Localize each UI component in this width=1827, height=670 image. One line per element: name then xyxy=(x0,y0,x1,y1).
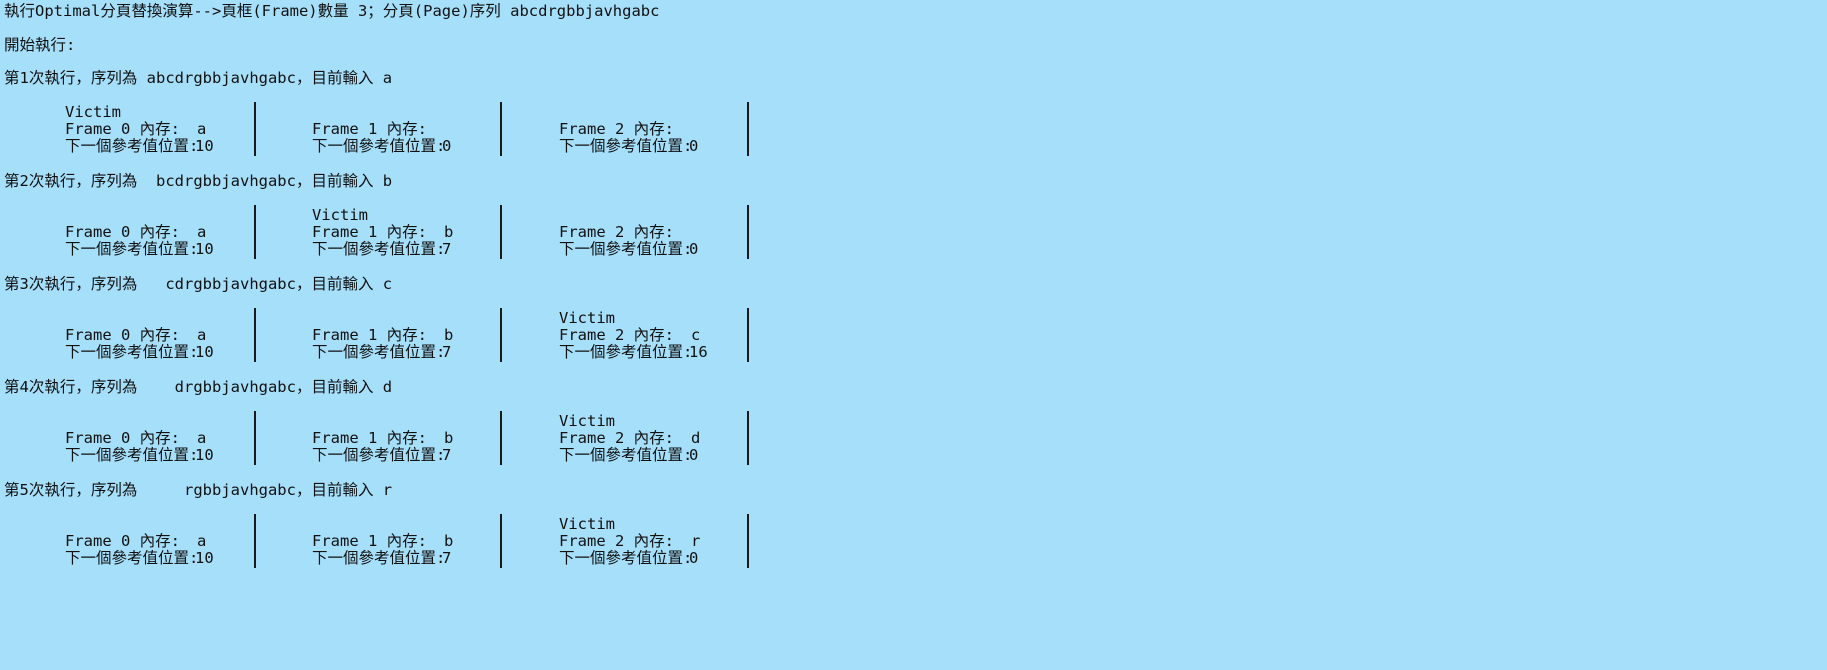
step-heading: 第1次執行，序列為 abcdrgbbjavhgabc，目前輸入 a xyxy=(4,69,393,87)
next-ref-value: 10 xyxy=(195,446,214,464)
column-separator xyxy=(500,445,502,465)
next-ref-label: 下一個參考值位置: xyxy=(559,240,693,258)
next-ref-value: 7 xyxy=(442,343,452,361)
column-separator xyxy=(747,445,749,465)
column-separator xyxy=(500,136,502,156)
next-ref-value: 7 xyxy=(442,446,452,464)
next-ref-value: 10 xyxy=(195,549,214,567)
step-heading: 第2次執行，序列為 bcdrgbbjavhgabc，目前輸入 b xyxy=(4,172,393,190)
next-ref-label: 下一個參考值位置: xyxy=(312,343,446,361)
column-separator xyxy=(254,548,256,568)
next-ref-label: 下一個參考值位置: xyxy=(65,549,199,567)
next-ref-value: 10 xyxy=(195,137,214,155)
console-output: 執行Optimal分頁替換演算-->頁框(Frame)數量 3；分頁(Page)… xyxy=(0,0,1827,670)
next-ref-label: 下一個參考值位置: xyxy=(312,549,446,567)
step-heading: 第3次執行，序列為 cdrgbbjavhgabc，目前輸入 c xyxy=(4,275,393,293)
next-ref-value: 10 xyxy=(195,240,214,258)
next-ref-label: 下一個參考值位置: xyxy=(559,446,693,464)
next-ref-label: 下一個參考值位置: xyxy=(559,343,693,361)
column-separator xyxy=(747,239,749,259)
column-separator xyxy=(254,445,256,465)
start-label: 開始執行: xyxy=(4,36,76,54)
next-ref-label: 下一個參考值位置: xyxy=(65,343,199,361)
next-ref-value: 16 xyxy=(689,343,708,361)
next-ref-value: 7 xyxy=(442,549,452,567)
step-heading: 第5次執行，序列為 rgbbjavhgabc，目前輸入 r xyxy=(4,481,393,499)
next-ref-label: 下一個參考值位置: xyxy=(559,137,693,155)
next-ref-label: 下一個參考值位置: xyxy=(65,137,199,155)
next-ref-value: 10 xyxy=(195,343,214,361)
column-separator xyxy=(254,342,256,362)
column-separator xyxy=(500,548,502,568)
next-ref-row: 下一個參考值位置: 10 下一個參考值位置: 7 下一個參考值位置: 0 xyxy=(0,239,900,259)
next-ref-value: 0 xyxy=(442,137,452,155)
column-separator xyxy=(500,342,502,362)
next-ref-label: 下一個參考值位置: xyxy=(65,240,199,258)
column-separator xyxy=(747,136,749,156)
next-ref-label: 下一個參考值位置: xyxy=(312,240,446,258)
run-title: 執行Optimal分頁替換演算-->頁框(Frame)數量 3；分頁(Page)… xyxy=(4,2,660,20)
next-ref-value: 7 xyxy=(442,240,452,258)
next-ref-row: 下一個參考值位置: 10 下一個參考值位置: 0 下一個參考值位置: 0 xyxy=(0,136,900,156)
column-separator xyxy=(254,239,256,259)
next-ref-row: 下一個參考值位置: 10 下一個參考值位置: 7 下一個參考值位置: 0 xyxy=(0,445,900,465)
next-ref-row: 下一個參考值位置: 10 下一個參考值位置: 7 下一個參考值位置: 16 xyxy=(0,342,900,362)
column-separator xyxy=(747,342,749,362)
column-separator xyxy=(500,239,502,259)
next-ref-value: 0 xyxy=(689,137,699,155)
next-ref-label: 下一個參考值位置: xyxy=(312,446,446,464)
step-heading: 第4次執行，序列為 drgbbjavhgabc，目前輸入 d xyxy=(4,378,393,396)
next-ref-label: 下一個參考值位置: xyxy=(559,549,693,567)
next-ref-value: 0 xyxy=(689,549,699,567)
next-ref-label: 下一個參考值位置: xyxy=(65,446,199,464)
column-separator xyxy=(254,136,256,156)
next-ref-label: 下一個參考值位置: xyxy=(312,137,446,155)
next-ref-row: 下一個參考值位置: 10 下一個參考值位置: 7 下一個參考值位置: 0 xyxy=(0,548,900,568)
column-separator xyxy=(747,548,749,568)
next-ref-value: 0 xyxy=(689,240,699,258)
next-ref-value: 0 xyxy=(689,446,699,464)
